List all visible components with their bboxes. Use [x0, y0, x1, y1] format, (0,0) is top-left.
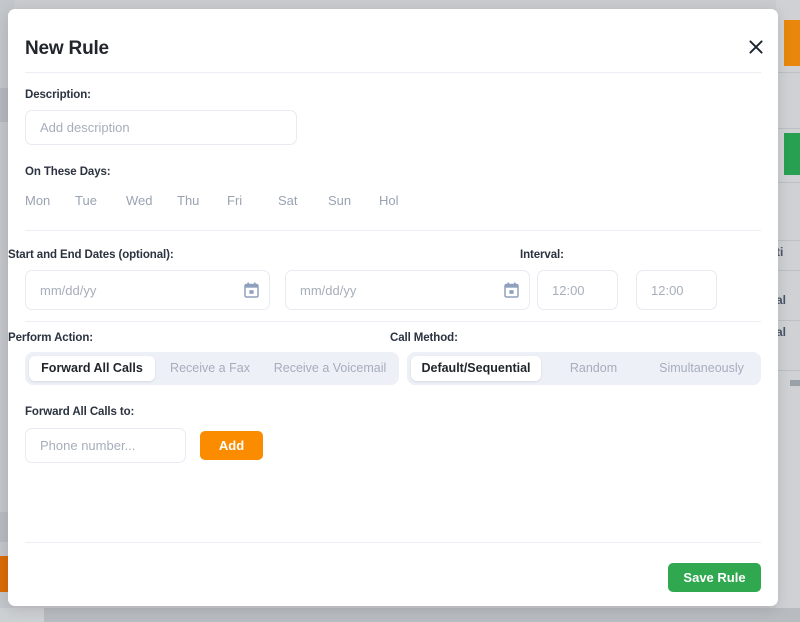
end-date-field [285, 270, 530, 310]
add-phone-number-button[interactable]: Add [200, 431, 263, 460]
background-row-divider [776, 182, 800, 183]
perform-action-option-receive-a-fax[interactable]: Receive a Fax [155, 356, 265, 381]
background-right-green-button [784, 133, 800, 175]
background-right-column [776, 0, 800, 622]
background-row-divider [776, 128, 800, 129]
call-method-segmented-control: Default/Sequential Random Simultaneously [407, 352, 761, 385]
day-toggle-thu[interactable]: Thu [177, 193, 227, 208]
interval-from-field [537, 270, 618, 310]
close-icon[interactable] [742, 33, 770, 61]
header-divider [25, 72, 761, 73]
interval-to-input[interactable] [636, 270, 717, 310]
day-toggle-sat[interactable]: Sat [278, 193, 328, 208]
dates-label: Start and End Dates (optional): [8, 249, 174, 261]
perform-action-segmented-control: Forward All Calls Receive a Fax Receive … [25, 352, 399, 385]
background-scrollbar-thumb[interactable] [790, 380, 800, 386]
days-divider [25, 230, 761, 231]
call-method-label: Call Method: [390, 332, 458, 344]
dialog-title: New Rule [25, 38, 109, 59]
interval-label: Interval: [520, 249, 564, 261]
background-right-orange-button [784, 20, 800, 66]
dialog-header: New Rule [8, 9, 778, 72]
forward-to-label: Forward All Calls to: [25, 406, 135, 418]
description-input[interactable] [25, 110, 297, 145]
background-row-divider [776, 320, 800, 321]
background-row-divider [776, 370, 800, 371]
days-section: On These Days: Mon Tue Wed Thu Fri Sat S… [8, 166, 778, 208]
start-date-field [25, 270, 270, 310]
background-text-fragment: al [776, 325, 787, 339]
background-row-divider [776, 240, 800, 241]
day-toggle-hol[interactable]: Hol [379, 193, 429, 208]
background-row-divider [776, 72, 800, 73]
phone-number-input[interactable] [25, 428, 186, 463]
background-row-divider [776, 270, 800, 271]
days-label: On These Days: [25, 166, 111, 178]
call-method-option-simultaneously[interactable]: Simultaneously [646, 356, 757, 381]
interval-from-input[interactable] [537, 270, 618, 310]
forward-to-row: Add [25, 428, 761, 463]
day-toggle-mon[interactable]: Mon [25, 193, 75, 208]
day-toggle-fri[interactable]: Fri [227, 193, 278, 208]
forward-to-section: Forward All Calls to: Add [8, 406, 778, 463]
call-method-option-random[interactable]: Random [541, 356, 646, 381]
start-date-input[interactable] [25, 270, 270, 310]
background-text-fragment: al [776, 293, 787, 307]
days-selector: Mon Tue Wed Thu Fri Sat Sun Hol [25, 193, 761, 208]
perform-action-option-forward-all-calls[interactable]: Forward All Calls [29, 356, 155, 381]
background-text-fragment: ti [776, 245, 784, 259]
interval-to-field [636, 270, 717, 310]
end-date-input[interactable] [285, 270, 530, 310]
background-bottom-band [0, 608, 800, 622]
description-label: Description: [25, 89, 91, 101]
call-method-option-default-sequential[interactable]: Default/Sequential [411, 356, 541, 381]
perform-action-option-receive-a-voicemail[interactable]: Receive a Voicemail [265, 356, 395, 381]
day-toggle-tue[interactable]: Tue [75, 193, 126, 208]
footer-divider [25, 542, 761, 543]
description-section: Description: [8, 89, 778, 145]
save-rule-button[interactable]: Save Rule [668, 563, 761, 592]
new-rule-dialog: New Rule Description: On These Days: Mon… [8, 9, 778, 606]
dates-section: Start and End Dates (optional): Interval… [8, 249, 778, 321]
day-toggle-wed[interactable]: Wed [126, 193, 177, 208]
background-bottom-left-block [0, 608, 44, 622]
perform-action-label: Perform Action: [8, 332, 93, 344]
day-toggle-sun[interactable]: Sun [328, 193, 379, 208]
options-section: Perform Action: Call Method: Forward All… [8, 332, 778, 400]
dates-divider [25, 321, 761, 322]
